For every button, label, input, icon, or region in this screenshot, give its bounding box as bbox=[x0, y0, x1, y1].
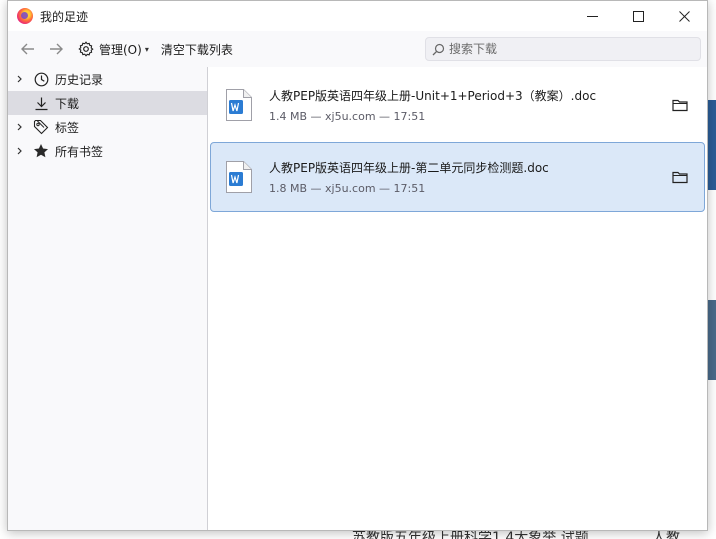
sidebar-item-label: 历史记录 bbox=[55, 72, 104, 87]
download-filename: 人教PEP版英语四年级上册-第二单元同步检测题.doc bbox=[269, 161, 549, 175]
sidebar: 历史记录 下载 标签 所有书签 bbox=[8, 67, 208, 530]
close-icon bbox=[678, 10, 690, 22]
sidebar-item-downloads[interactable]: 下载 bbox=[8, 91, 207, 115]
download-icon bbox=[32, 95, 50, 111]
arrow-right-icon bbox=[50, 43, 63, 55]
manage-menu-button[interactable]: 管理(O) ▾ bbox=[72, 36, 155, 62]
word-document-icon bbox=[225, 88, 253, 122]
download-item[interactable]: 人教PEP版英语四年级上册-Unit+1+Period+3（教案）.doc 1.… bbox=[210, 70, 705, 140]
gear-icon bbox=[78, 41, 94, 57]
search-box[interactable] bbox=[425, 37, 701, 61]
show-in-folder-button[interactable] bbox=[664, 161, 696, 193]
download-item[interactable]: 人教PEP版英语四年级上册-第二单元同步检测题.doc 1.8 MB — xj5… bbox=[210, 142, 705, 212]
chevron-right-icon[interactable] bbox=[16, 123, 32, 131]
window-title: 我的足迹 bbox=[40, 9, 89, 24]
download-filename: 人教PEP版英语四年级上册-Unit+1+Period+3（教案）.doc bbox=[269, 89, 597, 103]
chevron-right-icon[interactable] bbox=[16, 147, 32, 155]
chevron-down-icon: ▾ bbox=[144, 44, 149, 54]
maximize-button[interactable] bbox=[615, 1, 661, 31]
sidebar-item-label: 下载 bbox=[55, 96, 80, 111]
toolbar: 管理(O) ▾ 清空下载列表 bbox=[8, 31, 707, 67]
sidebar-item-label: 所有书签 bbox=[55, 144, 104, 159]
minimize-icon bbox=[586, 15, 598, 17]
library-body: 历史记录 下载 标签 所有书签 人教PEP版英语四年级上册-Unit+1+Per… bbox=[8, 67, 707, 530]
downloads-list: 人教PEP版英语四年级上册-Unit+1+Period+3（教案）.doc 1.… bbox=[208, 67, 707, 530]
word-document-icon bbox=[225, 160, 253, 194]
folder-icon bbox=[672, 171, 688, 184]
star-icon bbox=[32, 143, 50, 159]
forward-button[interactable] bbox=[44, 37, 68, 61]
folder-icon bbox=[672, 99, 688, 112]
back-button[interactable] bbox=[16, 37, 40, 61]
tag-icon bbox=[32, 119, 50, 135]
sidebar-item-label: 标签 bbox=[55, 120, 80, 135]
library-window: 我的足迹 管理(O) ▾ 清空下载列表 搜索下载 历史记录 下载 标签 所有书签… bbox=[7, 0, 708, 531]
firefox-logo-icon bbox=[17, 8, 33, 24]
manage-label: 管理(O) bbox=[99, 42, 142, 57]
close-button[interactable] bbox=[661, 1, 707, 31]
search-icon bbox=[432, 43, 445, 55]
chevron-right-icon[interactable] bbox=[16, 75, 32, 83]
download-meta: 1.4 MB — xj5u.com — 17:51 bbox=[269, 110, 426, 123]
maximize-icon bbox=[632, 10, 644, 22]
sidebar-item-bookmarks[interactable]: 所有书签 bbox=[8, 139, 207, 163]
show-in-folder-button[interactable] bbox=[664, 89, 696, 121]
title-bar[interactable]: 我的足迹 bbox=[8, 1, 707, 31]
sidebar-item-history[interactable]: 历史记录 bbox=[8, 67, 207, 91]
minimize-button[interactable] bbox=[569, 1, 615, 31]
clear-downloads-button[interactable]: 清空下载列表 bbox=[155, 36, 239, 62]
download-meta: 1.8 MB — xj5u.com — 17:51 bbox=[269, 182, 426, 195]
sidebar-item-tags[interactable]: 标签 bbox=[8, 115, 207, 139]
clock-icon bbox=[32, 71, 50, 87]
arrow-left-icon bbox=[21, 43, 34, 55]
search-input[interactable] bbox=[449, 42, 689, 56]
